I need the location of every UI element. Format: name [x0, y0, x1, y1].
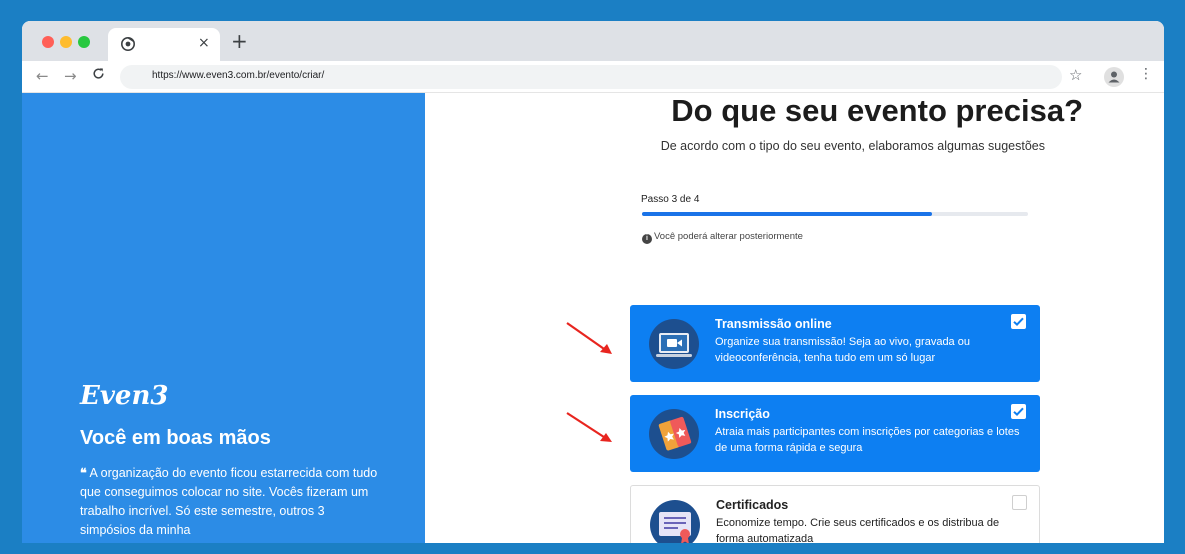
- edit-later-hint: i Você poderá alterar posteriormente: [642, 231, 803, 244]
- browser-menu-icon[interactable]: ⋮: [1139, 66, 1153, 82]
- new-tab-button[interactable]: +: [231, 29, 248, 53]
- chrome-favicon-icon: [121, 37, 135, 51]
- back-arrow-icon[interactable]: ←: [36, 67, 49, 85]
- tab-close-icon[interactable]: ×: [198, 35, 210, 51]
- option-title: Transmissão online: [715, 317, 832, 331]
- browser-toolbar: ← → https://www.even3.com.br/evento/cria…: [22, 61, 1164, 93]
- brand-logo: Even3: [80, 381, 169, 411]
- annotation-arrow-icon: [566, 322, 612, 354]
- main-content: Do que seu evento precisa? De acordo com…: [425, 93, 1164, 543]
- progress-bar-fill: [642, 212, 932, 216]
- profile-avatar-icon[interactable]: [1104, 67, 1124, 87]
- browser-window: × + ← → https://www.even3.com.br/evento/…: [22, 21, 1164, 543]
- maximize-window-button[interactable]: [78, 36, 90, 48]
- testimonial-text: A organização do evento ficou estarrecid…: [80, 466, 378, 537]
- option-description: Economize tempo. Crie seus certificados …: [716, 517, 1000, 543]
- sidebar-panel: Even3 Você em boas mãos ❝ A organização …: [22, 93, 425, 543]
- reload-arrow-icon: [93, 68, 104, 79]
- option-card-inscricao[interactable]: Inscrição Atraia mais participantes com …: [630, 395, 1040, 472]
- option-description: Atraia mais participantes com inscrições…: [715, 426, 1020, 454]
- tickets-icon: [649, 409, 699, 459]
- minimize-window-button[interactable]: [60, 36, 72, 48]
- page-title: Do que seu evento precisa?: [671, 93, 1083, 128]
- checkmark-icon: [1013, 317, 1024, 327]
- option-title: Inscrição: [715, 407, 770, 421]
- step-indicator: Passo 3 de 4: [641, 194, 700, 205]
- progress-bar: [642, 212, 1028, 216]
- annotation-arrow-icon: [566, 412, 612, 442]
- page-subtitle: De acordo com o tipo do seu evento, elab…: [660, 139, 1045, 153]
- testimonial-quote: ❝ A organização do evento ficou estarrec…: [80, 464, 380, 540]
- quote-mark-icon: ❝: [80, 466, 87, 480]
- option-card-certificados[interactable]: Certificados Economize tempo. Crie seus …: [630, 485, 1040, 543]
- video-camera-icon: [649, 319, 699, 369]
- close-window-button[interactable]: [42, 36, 54, 48]
- option-card-transmissao-online[interactable]: Transmissão online Organize sua transmis…: [630, 305, 1040, 382]
- hint-text: Você poderá alterar posteriormente: [654, 231, 803, 242]
- reload-icon[interactable]: [92, 67, 105, 84]
- option-checkbox[interactable]: [1011, 404, 1026, 419]
- option-title: Certificados: [716, 498, 789, 512]
- info-icon: i: [642, 234, 652, 244]
- bookmark-star-icon[interactable]: ☆: [1069, 66, 1082, 84]
- tab-strip: × +: [22, 21, 1164, 61]
- checkmark-icon: [1013, 407, 1024, 417]
- address-bar-url: https://www.even3.com.br/evento/criar/: [152, 70, 325, 81]
- option-description: Organize sua transmissão! Seja ao vivo, …: [715, 336, 970, 364]
- certificate-icon: [650, 500, 700, 543]
- forward-arrow-icon[interactable]: →: [64, 67, 77, 85]
- option-checkbox[interactable]: [1012, 495, 1027, 510]
- sidebar-tagline: Você em boas mãos: [80, 427, 271, 449]
- person-icon: [1108, 71, 1120, 83]
- option-checkbox[interactable]: [1011, 314, 1026, 329]
- address-bar[interactable]: https://www.even3.com.br/evento/criar/: [120, 65, 1062, 89]
- browser-tab[interactable]: ×: [108, 28, 220, 61]
